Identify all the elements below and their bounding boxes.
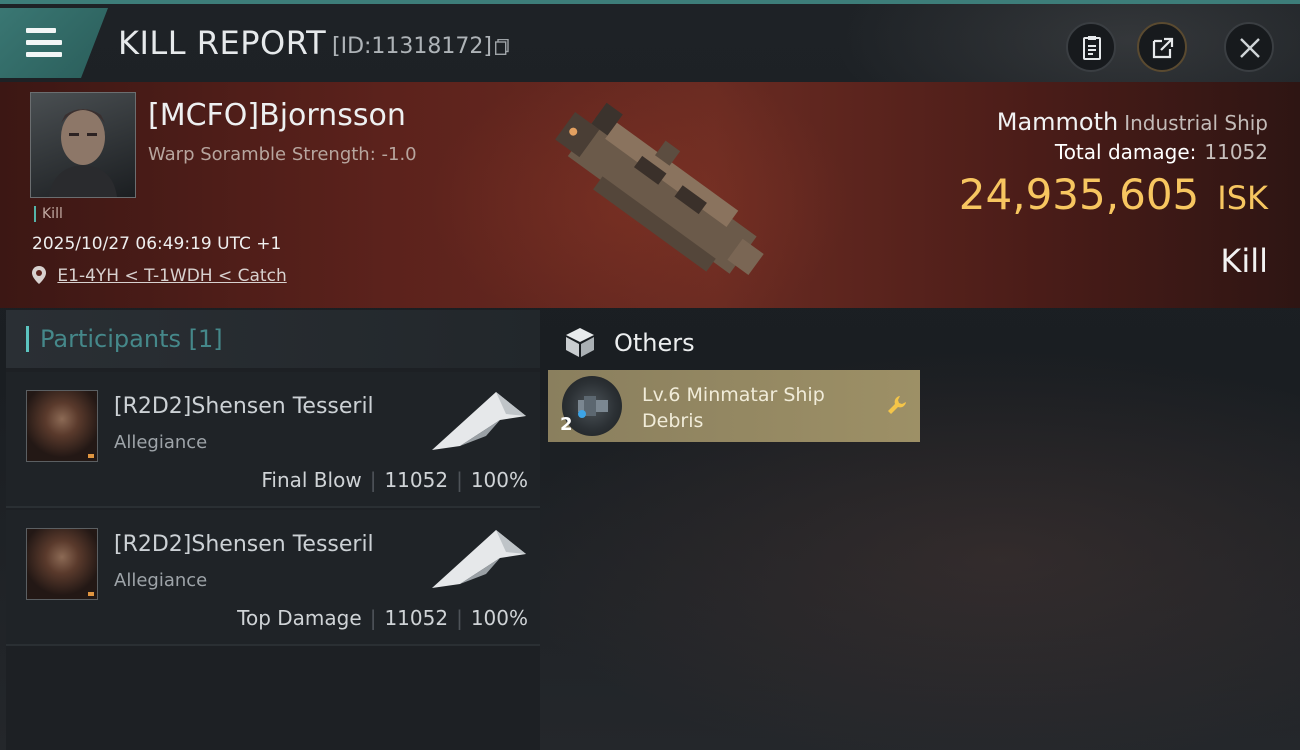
participants-title: Participants [1] bbox=[40, 325, 223, 353]
close-icon bbox=[1240, 38, 1260, 58]
kill-location[interactable]: E1-4YH < T-1WDH < Catch bbox=[32, 266, 287, 286]
item-name: Lv.6 Minmatar Ship Debris bbox=[642, 384, 825, 432]
menu-icon bbox=[26, 28, 62, 64]
total-damage-value: 11052 bbox=[1204, 140, 1268, 164]
item-card[interactable]: 2 Lv.6 Minmatar Ship Debris bbox=[548, 370, 920, 442]
participant-row[interactable]: [R2D2]Shensen Tesseril Allegiance Top Da… bbox=[6, 510, 540, 646]
victim-portrait[interactable] bbox=[30, 92, 136, 198]
participant-row[interactable]: [R2D2]Shensen Tesseril Allegiance Final … bbox=[6, 372, 540, 508]
kill-outcome: Kill bbox=[1220, 242, 1268, 280]
participants-panel: Participants [1] [R2D2]Shensen Tesseril … bbox=[6, 310, 540, 750]
participant-avatar[interactable] bbox=[26, 528, 98, 600]
victim-portrait-art bbox=[49, 109, 117, 197]
participant-ship-icon[interactable] bbox=[426, 386, 530, 456]
participant-name[interactable]: [R2D2]Shensen Tesseril bbox=[114, 532, 374, 557]
share-button[interactable] bbox=[1137, 22, 1187, 72]
isk-unit: ISK bbox=[1217, 179, 1268, 217]
warp-scramble-strength: Warp Soramble Strength: -1.0 bbox=[148, 144, 417, 165]
copy-icon[interactable] bbox=[495, 39, 509, 55]
participant-avatar[interactable] bbox=[26, 390, 98, 462]
participant-percent: 100% bbox=[470, 606, 528, 630]
participants-header: Participants [1] bbox=[6, 310, 540, 368]
others-panel: Others 2 Lv.6 Minmatar Ship Debris bbox=[544, 310, 1300, 750]
kill-tag: Kill bbox=[34, 206, 63, 222]
ship-name-line: Mammoth Industrial Ship bbox=[997, 108, 1268, 136]
box-icon bbox=[566, 328, 594, 357]
isk-amount: 24,935,605 bbox=[958, 170, 1200, 219]
others-title: Others bbox=[614, 329, 695, 357]
share-icon bbox=[1152, 37, 1174, 59]
participant-corp: Allegiance bbox=[114, 432, 208, 453]
victim-name[interactable]: [MCFO]Bjornsson bbox=[148, 98, 406, 133]
location-link[interactable]: E1-4YH < T-1WDH < Catch bbox=[57, 266, 286, 286]
participant-role: Top Damage bbox=[237, 606, 362, 630]
header-bar: KILL REPORT [ID:11318172] bbox=[0, 4, 1300, 82]
kill-datetime: 2025/10/27 06:49:19 UTC +1 bbox=[32, 234, 282, 254]
total-damage-label: Total damage: bbox=[1054, 140, 1197, 164]
page-title: KILL REPORT bbox=[118, 24, 327, 62]
ship-name[interactable]: Mammoth bbox=[997, 108, 1118, 136]
location-pin-icon bbox=[32, 266, 46, 284]
close-button[interactable] bbox=[1224, 22, 1274, 72]
isk-value: 24,935,605 ISK bbox=[959, 170, 1268, 219]
participant-name[interactable]: [R2D2]Shensen Tesseril bbox=[114, 394, 374, 419]
wrench-icon[interactable] bbox=[886, 394, 908, 416]
participant-percent: 100% bbox=[470, 468, 528, 492]
participant-role: Final Blow bbox=[261, 468, 362, 492]
participant-ship-icon[interactable] bbox=[426, 524, 530, 594]
total-damage: Total damage: 11052 bbox=[1055, 140, 1268, 164]
participant-corp: Allegiance bbox=[114, 570, 208, 591]
menu-button[interactable] bbox=[0, 8, 108, 78]
ship-class: Industrial Ship bbox=[1124, 111, 1268, 135]
victim-banner: [MCFO]Bjornsson Warp Soramble Strength: … bbox=[0, 82, 1300, 308]
participant-stats: Final Blow | 11052 | 100% bbox=[261, 468, 528, 492]
participants-header-accent bbox=[26, 326, 29, 352]
participant-damage: 11052 bbox=[384, 468, 449, 492]
participant-damage: 11052 bbox=[384, 606, 449, 630]
participant-stats: Top Damage | 11052 | 100% bbox=[237, 606, 528, 630]
ship-image[interactable] bbox=[522, 90, 792, 300]
clipboard-button[interactable] bbox=[1066, 22, 1116, 72]
item-quantity: 2 bbox=[560, 414, 573, 435]
report-id: [ID:11318172] bbox=[332, 34, 492, 59]
clipboard-icon bbox=[1083, 36, 1101, 60]
